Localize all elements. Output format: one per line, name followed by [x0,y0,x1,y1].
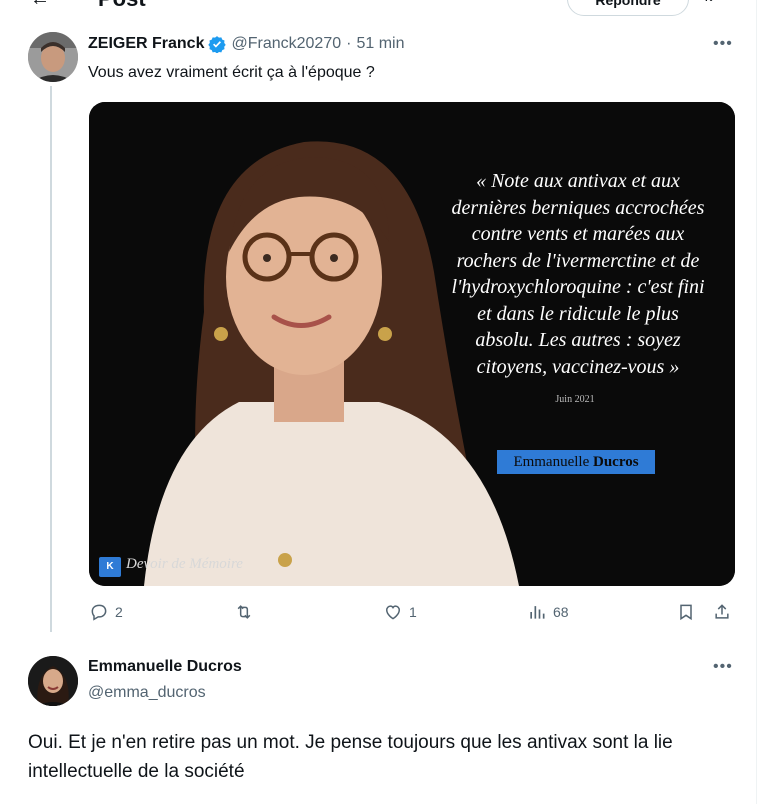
watermark-logo-icon: K [99,557,121,577]
more-icon[interactable]: ••• [713,658,733,676]
reply-icon [91,604,107,621]
quote-line: citoyens, vaccinez-vous » [476,355,680,378]
column-border [756,0,757,804]
reply-button[interactable]: Répondre [567,0,689,16]
reply-action[interactable]: 2 [89,602,123,622]
avatar[interactable] [28,32,78,82]
quote-line: et dans le ridicule le plus [477,302,679,325]
retweet-icon [237,605,251,619]
bookmark-icon [680,604,692,621]
retweet-action[interactable] [234,602,254,622]
quote-text: « Note aux antivax et aux dernières bern… [442,168,714,380]
post-time[interactable]: 51 min [356,35,404,53]
author-name[interactable]: ZEIGER Franck [88,35,204,53]
thread-connector [50,86,52,632]
watermark-text: Devoir de Mémoire [126,556,243,572]
separator: · [346,35,352,52]
tweet-actions: 2 1 68 [0,602,778,628]
bookmark-action[interactable] [676,602,696,622]
tweet-header: ZEIGER Franck @Franck20270 · 51 min [88,35,404,53]
name-tag-last: Ducros [593,454,639,470]
author-handle[interactable]: @Franck20270 [231,35,341,53]
like-count: 1 [409,604,417,620]
views-count: 68 [553,604,569,620]
tweet-text: Oui. Et je n'en retire pas un mot. Je pe… [28,732,673,782]
avatar[interactable] [28,656,78,706]
page-title: Post [98,0,146,12]
settings-icon[interactable]: ⇅ [702,0,715,6]
tweet-text: Vous avez vraiment écrit ça à l'époque ? [88,64,375,81]
back-arrow-icon[interactable]: ← [30,0,50,11]
quote-line: rochers de l'ivermerctine et de [456,249,700,272]
quote-line: l'hydroxychloroquine : c'est fini [451,276,705,298]
like-action[interactable]: 1 [383,602,417,622]
name-tag: Emmanuelle Ducros [497,450,655,474]
top-bar: ← Post Répondre ⇅ [0,0,778,18]
more-icon[interactable]: ••• [713,35,733,53]
views-icon [530,606,545,619]
views-action[interactable]: 68 [527,602,569,622]
name-tag-first: Emmanuelle [513,454,590,470]
like-icon [385,605,401,620]
quote-line: dernières berniques accrochées [451,196,705,219]
quote-line: absolu. Les autres : soyez [475,329,681,351]
quote-line: « Note aux antivax et aux [476,170,680,192]
share-icon [715,604,729,619]
verified-badge-icon [208,36,227,53]
quote-date: Juin 2021 [555,394,595,405]
author-handle[interactable]: @emma_ducros [88,684,206,702]
share-action[interactable] [712,602,732,622]
author-name[interactable]: Emmanuelle Ducros [88,658,242,676]
reply-count: 2 [115,604,123,620]
quote-line: contre vents et marées aux [471,223,685,245]
